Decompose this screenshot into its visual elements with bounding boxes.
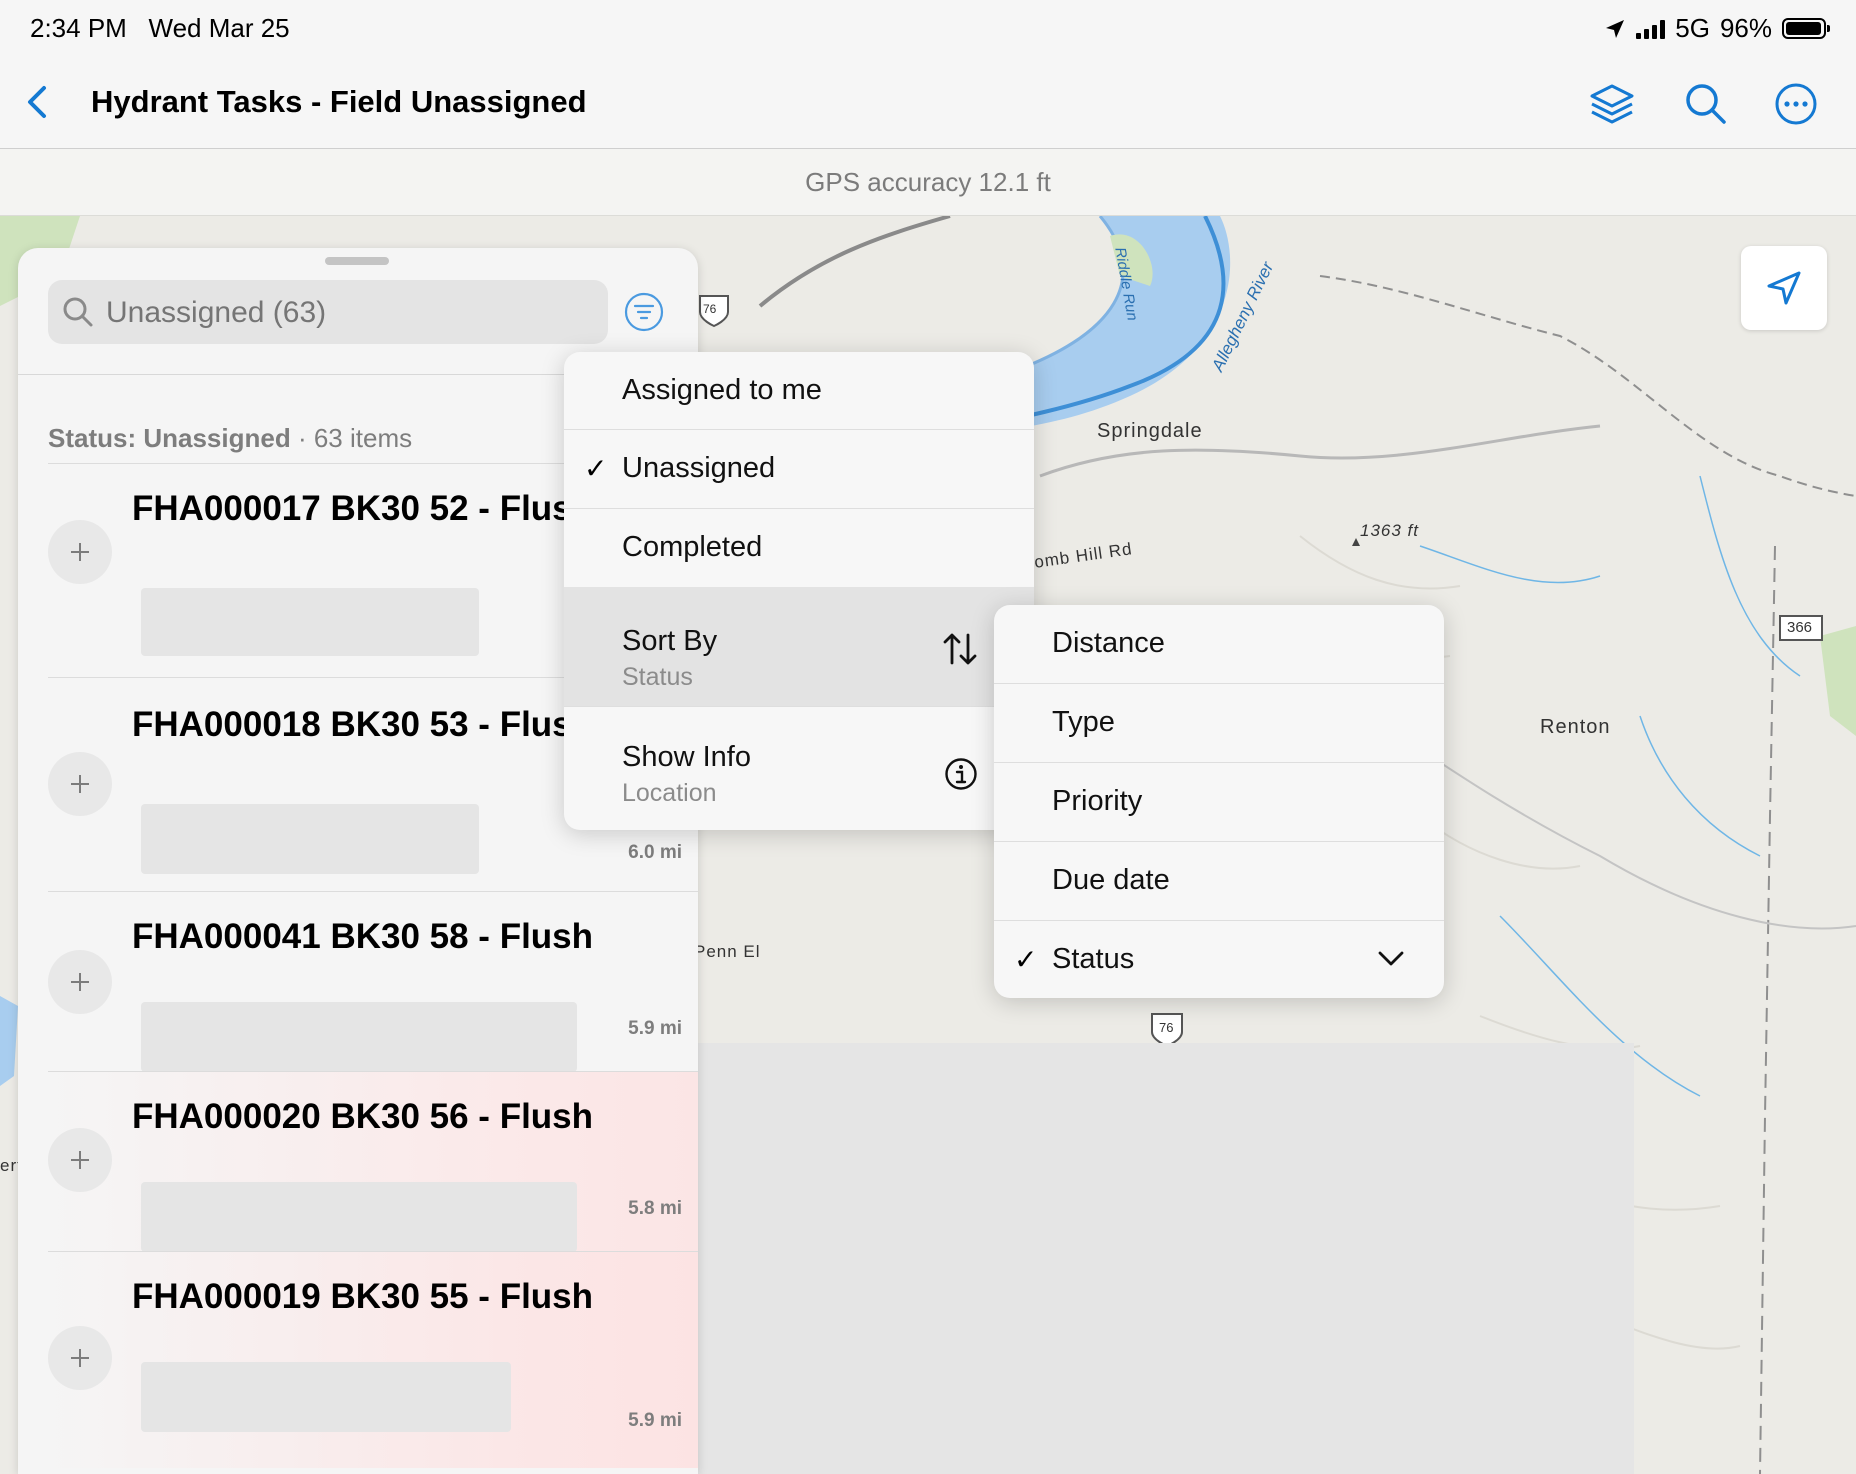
back-chevron-icon[interactable]	[18, 80, 58, 124]
item-title: FHA000020 BK30 56 - Flush	[132, 1097, 594, 1136]
filter-menu: Assigned to me ✓ Unassigned Completed So…	[564, 352, 1034, 830]
battery-fill	[1786, 22, 1821, 35]
sort-option-status[interactable]: ✓ Status	[994, 921, 1444, 998]
more-icon[interactable]	[1772, 80, 1820, 128]
menu-item-label: Show Info	[622, 741, 751, 773]
menu-item-label: Priority	[1052, 785, 1143, 817]
nav-bar: Hydrant Tasks - Field Unassigned	[0, 60, 1856, 148]
highway-line	[758, 216, 951, 308]
item-distance: 5.9 mi	[628, 1018, 682, 1039]
item-title: FHA000018 BK30 53 - Flush	[132, 705, 594, 744]
menu-item-label: Completed	[622, 531, 763, 563]
sort-menu: Distance Type Priority Due date ✓ Status	[994, 605, 1444, 998]
menu-item-label: Status	[1052, 943, 1135, 975]
status-bar: 2:34 PM Wed Mar 25 5G 96%	[0, 0, 1856, 60]
filter-icon[interactable]	[624, 292, 664, 332]
item-details-redacted	[141, 804, 479, 874]
chevron-down-icon	[1378, 951, 1404, 966]
list-item[interactable]: FHA000020 BK30 56 - Flush 5.8 mi	[48, 1071, 698, 1252]
sort-option-distance[interactable]: Distance	[994, 605, 1444, 684]
item-title: FHA000019 BK30 55 - Flush	[132, 1277, 594, 1316]
battery-percent: 96%	[1719, 13, 1772, 43]
checkmark-icon: ✓	[584, 453, 608, 484]
search-icon	[63, 297, 93, 327]
menu-item-label: Assigned to me	[622, 374, 822, 406]
network-label: 5G	[1675, 13, 1710, 43]
search-input[interactable]	[104, 280, 588, 346]
map-label-springdale: Springdale	[1097, 420, 1203, 442]
top-chrome: 2:34 PM Wed Mar 25 5G 96% Hydrant Tasks …	[0, 0, 1856, 149]
menu-item-label: Unassigned	[622, 452, 776, 484]
item-details-redacted	[141, 1002, 577, 1072]
map-label-route-76-top: 76	[703, 302, 717, 316]
menu-item-sublabel: Status	[622, 663, 693, 691]
sort-arrows-icon	[943, 633, 977, 665]
status-time: 2:34 PM Wed Mar 25	[30, 13, 290, 43]
panel-grabber[interactable]	[325, 257, 389, 265]
menu-item-show-info[interactable]: Show Info Location	[564, 717, 1034, 830]
map-label-renton: Renton	[1540, 716, 1611, 738]
sort-option-priority[interactable]: Priority	[994, 763, 1444, 842]
peak-marker-icon	[1352, 538, 1360, 546]
menu-item-sort-by[interactable]: Sort By Status	[564, 587, 1034, 707]
map-label-route-366: 366	[1787, 619, 1813, 636]
menu-item-completed[interactable]: Completed	[564, 509, 1034, 587]
menu-item-assigned-to-me[interactable]: Assigned to me	[564, 352, 1034, 430]
section-status-label: Status: Unassigned	[48, 423, 291, 453]
list-item[interactable]: FHA000019 BK30 55 - Flush 5.9 mi	[48, 1251, 698, 1468]
item-title: FHA000017 BK30 52 - Flush	[132, 489, 594, 528]
add-icon[interactable]	[48, 752, 112, 816]
locate-button[interactable]	[1741, 246, 1827, 330]
sort-option-type[interactable]: Type	[994, 684, 1444, 763]
item-distance: 5.9 mi	[628, 1410, 682, 1431]
location-arrow-icon	[1767, 271, 1801, 305]
menu-item-label: Distance	[1052, 627, 1165, 659]
sort-option-due-date[interactable]: Due date	[994, 842, 1444, 921]
menu-item-label: Sort By	[622, 625, 718, 657]
page-title: Hydrant Tasks - Field Unassigned	[91, 84, 587, 119]
stream-line-2	[1419, 545, 1601, 584]
map-label-penn: Penn El	[694, 942, 761, 961]
section-header: Status: Unassigned · 63 items	[48, 423, 412, 454]
menu-item-label: Due date	[1052, 864, 1170, 896]
location-arrow-icon	[1606, 19, 1625, 38]
item-details-redacted	[141, 1362, 511, 1432]
add-icon[interactable]	[48, 1128, 112, 1192]
road-line-2	[1399, 735, 1856, 930]
info-icon	[945, 758, 977, 790]
menu-item-label: Type	[1052, 706, 1115, 738]
menu-item-unassigned[interactable]: ✓ Unassigned	[564, 430, 1034, 509]
menu-item-sublabel: Location	[622, 779, 717, 807]
map-label-route-76-bottom: 76	[1159, 1020, 1174, 1035]
list-item[interactable]: FHA000041 BK30 58 - Flush 5.9 mi	[48, 891, 698, 1072]
add-icon[interactable]	[48, 520, 112, 584]
map-placeholder-area	[688, 1043, 1634, 1474]
checkmark-icon: ✓	[1014, 944, 1038, 975]
park-area-east	[1820, 626, 1856, 736]
stream-line-4	[1639, 715, 1761, 857]
search-field[interactable]	[48, 280, 608, 346]
add-icon[interactable]	[48, 1326, 112, 1390]
map-label-elevation: 1363 ft	[1360, 521, 1419, 540]
section-item-count: · 63 items	[297, 423, 413, 453]
item-details-redacted	[141, 1182, 577, 1252]
lake-west	[0, 996, 18, 1086]
status-indicators: 5G 96%	[1604, 13, 1830, 44]
item-distance: 6.0 mi	[628, 842, 682, 863]
gps-accuracy-banner: GPS accuracy 12.1 ft	[0, 149, 1856, 216]
layers-icon[interactable]	[1588, 80, 1636, 128]
county-line	[1759, 545, 1776, 1474]
add-icon[interactable]	[48, 950, 112, 1014]
item-details-redacted	[141, 588, 479, 656]
battery-icon	[1782, 18, 1830, 39]
search-icon[interactable]	[1682, 80, 1730, 128]
item-distance: 5.8 mi	[628, 1198, 682, 1219]
stream-line	[1699, 475, 1801, 677]
item-title: FHA000041 BK30 58 - Flush	[132, 917, 594, 956]
cellular-signal-icon	[1636, 19, 1666, 39]
